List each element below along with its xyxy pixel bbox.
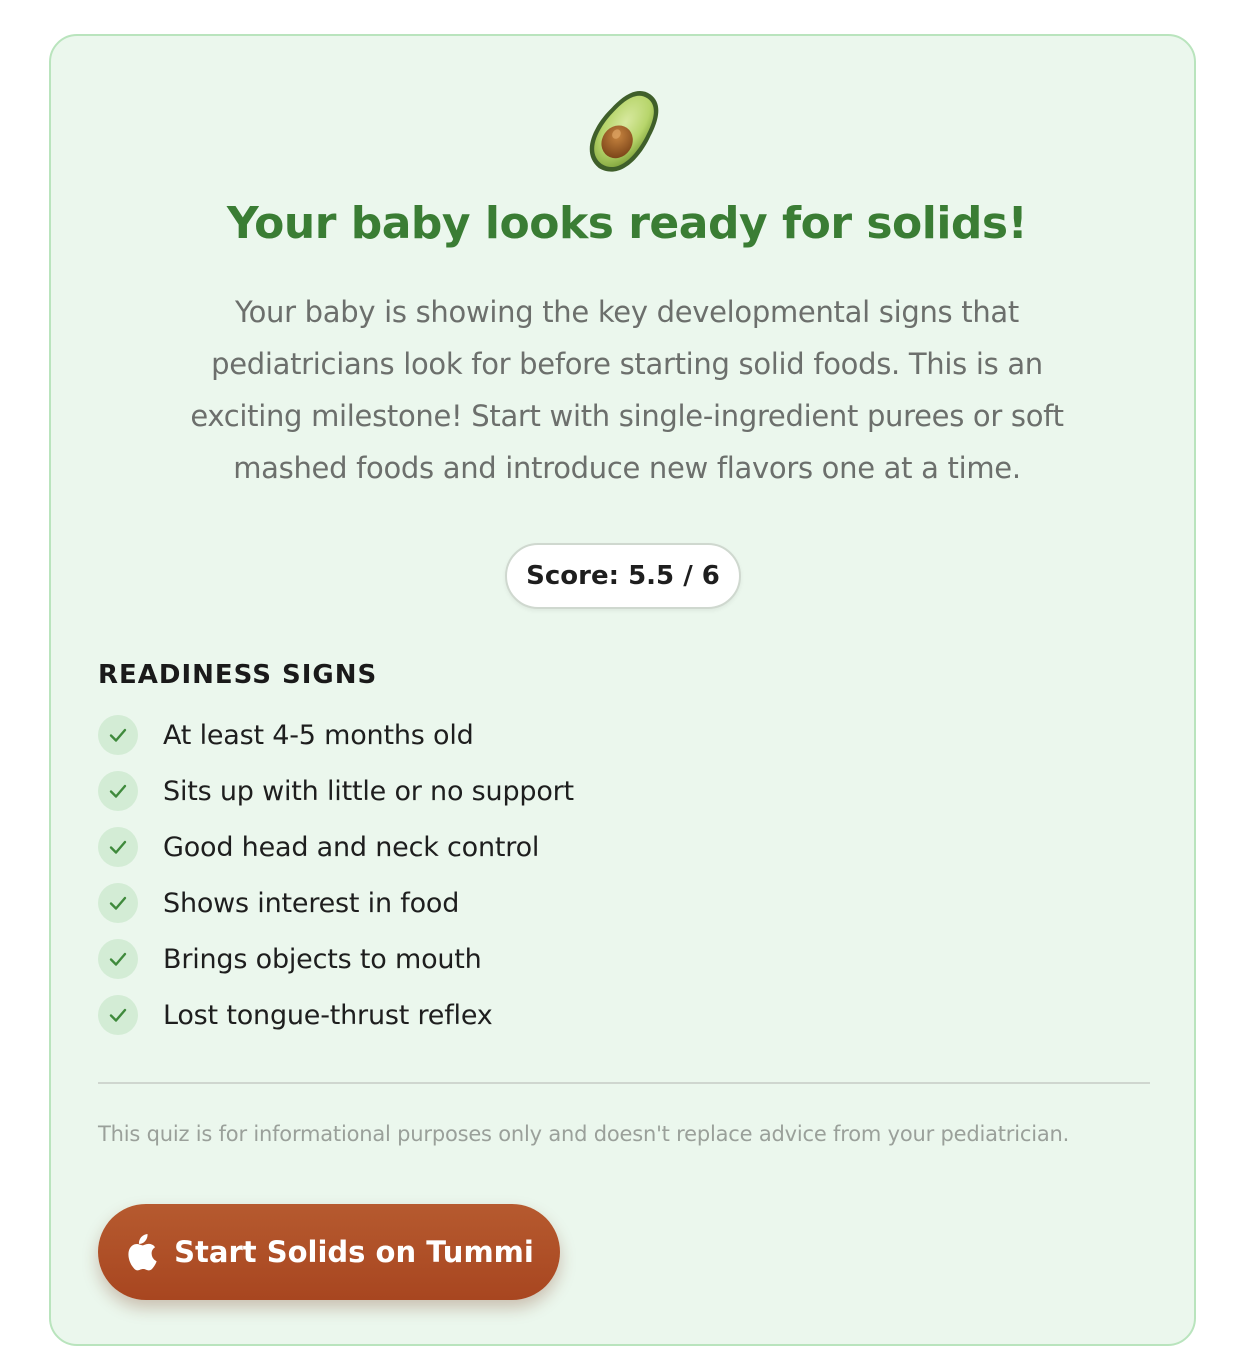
- apple-icon: [128, 1234, 157, 1271]
- sign-label: Brings objects to mouth: [163, 943, 482, 975]
- readiness-signs-heading: READINESS SIGNS: [98, 660, 378, 690]
- check-icon: [98, 771, 138, 811]
- result-description: Your baby is showing the key development…: [190, 295, 1064, 485]
- sign-item: Shows interest in food: [98, 875, 574, 931]
- score-badge: Score: 5.5 / 6: [505, 543, 741, 609]
- start-solids-button[interactable]: Start Solids on Tummi: [98, 1204, 560, 1300]
- sign-item: Sits up with little or no support: [98, 763, 574, 819]
- sign-item: Good head and neck control: [98, 819, 574, 875]
- sign-label: At least 4-5 months old: [163, 719, 474, 751]
- readiness-signs-list: At least 4-5 months old Sits up with lit…: [98, 707, 574, 1043]
- sign-label: Sits up with little or no support: [163, 775, 574, 807]
- check-icon: [98, 883, 138, 923]
- sign-item: Lost tongue-thrust reflex: [98, 987, 574, 1043]
- check-icon: [98, 995, 138, 1035]
- check-icon: [98, 827, 138, 867]
- result-title: Your baby looks ready for solids!: [226, 198, 1028, 249]
- disclaimer-text: This quiz is for informational purposes …: [98, 1122, 1070, 1146]
- avocado-icon: [589, 90, 659, 172]
- check-icon: [98, 715, 138, 755]
- sign-item: Brings objects to mouth: [98, 931, 574, 987]
- divider: [98, 1082, 1150, 1084]
- sign-label: Shows interest in food: [163, 887, 460, 919]
- sign-item: At least 4-5 months old: [98, 707, 574, 763]
- sign-label: Good head and neck control: [163, 831, 540, 863]
- sign-label: Lost tongue-thrust reflex: [163, 999, 493, 1031]
- start-solids-button-label: Start Solids on Tummi: [174, 1235, 534, 1269]
- check-icon: [98, 939, 138, 979]
